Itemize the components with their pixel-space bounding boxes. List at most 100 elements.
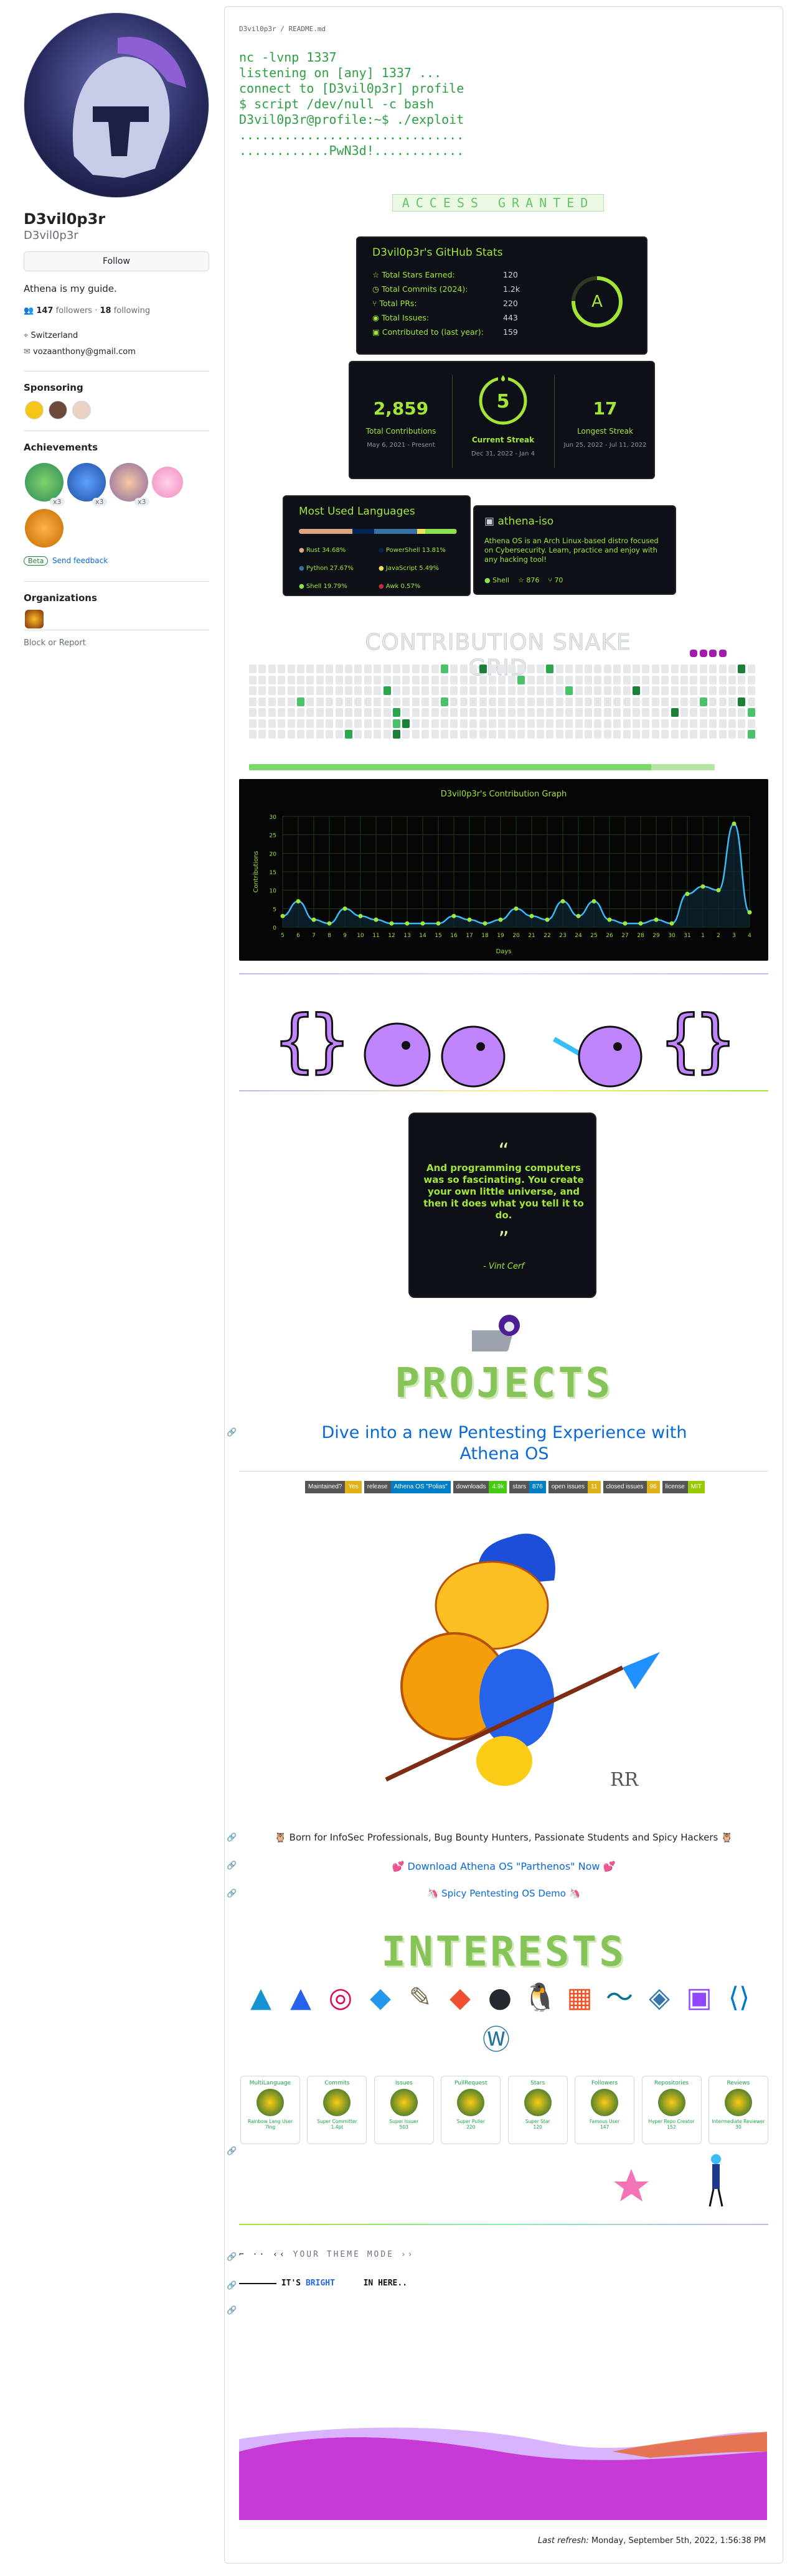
contribution-cell bbox=[527, 665, 535, 673]
contribution-cell bbox=[326, 697, 334, 706]
sponsor-avatar-2[interactable] bbox=[49, 401, 67, 419]
contribution-cell bbox=[383, 697, 391, 706]
contribution-cell bbox=[623, 686, 631, 695]
contribution-cell bbox=[297, 697, 304, 706]
language-dot-icon: ● bbox=[299, 565, 306, 572]
pair-extraordinaire-icon[interactable] bbox=[25, 463, 64, 502]
status-badge[interactable]: stars 876 bbox=[509, 1481, 546, 1493]
contribution-cell bbox=[699, 675, 707, 684]
trophy-card[interactable]: Repositories Hyper Repo Creator 152 bbox=[641, 2076, 702, 2144]
yolo-icon[interactable] bbox=[25, 509, 64, 548]
contribution-cell bbox=[498, 686, 506, 695]
badge-key: Maintained? bbox=[304, 1481, 346, 1493]
contribution-cell bbox=[623, 730, 631, 739]
avatar[interactable] bbox=[24, 12, 209, 198]
contribution-cell bbox=[354, 665, 362, 673]
anchor-link-icon[interactable]: 🔗 bbox=[227, 1428, 237, 1437]
contribution-cell bbox=[633, 686, 640, 695]
contribution-cell bbox=[575, 686, 583, 695]
contribution-cell bbox=[575, 697, 583, 706]
status-badge[interactable]: downloads 4.9k bbox=[453, 1481, 507, 1493]
contribution-cell bbox=[469, 686, 478, 695]
pull-shark-icon[interactable] bbox=[110, 463, 148, 502]
data-point bbox=[529, 913, 534, 918]
readme-path: D3vil0p3r / README.md bbox=[239, 25, 326, 33]
trophy-rank: Hyper Repo Creator bbox=[648, 2119, 695, 2124]
data-point bbox=[358, 913, 363, 918]
heart-on-sleeve-icon[interactable] bbox=[152, 467, 183, 498]
contribution-cell bbox=[517, 719, 525, 728]
contribution-cell bbox=[354, 697, 362, 706]
following-count[interactable]: 18 bbox=[100, 306, 111, 315]
send-feedback-link[interactable]: Send feedback bbox=[52, 556, 108, 565]
status-badge[interactable]: open issues 11 bbox=[548, 1481, 601, 1493]
followers-line: 👥 147 followers · 18 following bbox=[24, 306, 151, 315]
status-badge[interactable]: release Athena OS "Polias" bbox=[364, 1481, 451, 1493]
trophy-icon bbox=[323, 2089, 351, 2116]
trophies-row: MultiLanguage Rainbow Lang User 7lng Commit… bbox=[237, 2076, 772, 2144]
follow-button[interactable]: Follow bbox=[24, 251, 209, 271]
followers-label[interactable]: followers bbox=[56, 306, 92, 315]
anchor-link-icon[interactable]: 🔗 bbox=[227, 2252, 237, 2262]
trophy-card[interactable]: Issues Super Issuer 503 bbox=[374, 2076, 434, 2144]
trophy-card[interactable]: PullRequest Super Puller 220 bbox=[441, 2076, 501, 2144]
contribution-cell bbox=[326, 708, 334, 717]
snake-segment bbox=[709, 649, 717, 657]
contribution-cell bbox=[709, 708, 717, 717]
contribution-cell bbox=[421, 719, 430, 728]
contribution-cell bbox=[326, 675, 334, 684]
demo-link[interactable]: 🦄 Spicy Pentesting OS Demo 🦄 bbox=[239, 1888, 768, 1899]
contribution-cell bbox=[661, 686, 669, 695]
contribution-cell bbox=[671, 686, 679, 695]
repo-name[interactable]: athena-iso bbox=[497, 515, 553, 528]
terminal-line: listening on [any] 1337 ... bbox=[239, 65, 442, 80]
anchor-link-icon[interactable]: 🔗 bbox=[227, 2306, 237, 2315]
contribution-cell bbox=[287, 665, 295, 673]
trophy-card[interactable]: Commits Super Committer 1.4pt bbox=[307, 2076, 367, 2144]
anchor-link-icon[interactable]: 🔗 bbox=[227, 1833, 237, 1842]
contribution-cell bbox=[507, 730, 515, 739]
contribution-cell bbox=[718, 697, 727, 706]
status-badge[interactable]: closed issues 96 bbox=[603, 1481, 660, 1493]
email-link[interactable]: vozaanthony@gmail.com bbox=[33, 347, 136, 357]
block-report-link[interactable]: Block or Report bbox=[24, 638, 86, 648]
contribution-cell bbox=[575, 665, 583, 673]
contribution-cell bbox=[393, 665, 400, 673]
stat-value: 120 bbox=[503, 270, 518, 279]
anchor-link-icon[interactable]: 🔗 bbox=[227, 1889, 237, 1898]
organization-avatar[interactable] bbox=[25, 610, 44, 628]
docker-icon: ◆ bbox=[370, 1982, 391, 2014]
trophy-icon bbox=[390, 2089, 418, 2116]
trophy-card[interactable]: Followers Famous User 147 bbox=[575, 2076, 635, 2144]
contribution-cell bbox=[527, 708, 535, 717]
projects-headline[interactable]: Dive into a new Pentesting Experience wi… bbox=[311, 1422, 697, 1465]
download-link[interactable]: 💕 Download Athena OS "Parthenos" Now 💕 bbox=[239, 1860, 768, 1872]
trophy-card[interactable]: Stars Super Star 120 bbox=[507, 2076, 568, 2144]
anchor-link-icon[interactable]: 🔗 bbox=[227, 1861, 237, 1870]
contribution-cell bbox=[738, 697, 746, 706]
contribution-cell bbox=[402, 708, 410, 717]
contribution-cell bbox=[364, 708, 372, 717]
status-badge[interactable]: license MIT bbox=[662, 1481, 705, 1493]
followers-count[interactable]: 147 bbox=[36, 306, 53, 315]
following-label[interactable]: following bbox=[114, 306, 150, 315]
trophy-card[interactable]: MultiLanguage Rainbow Lang User 7lng bbox=[240, 2076, 300, 2144]
anchor-link-icon[interactable]: 🔗 bbox=[227, 2147, 237, 2156]
contribution-cell bbox=[546, 730, 554, 739]
quote-close-icon: ” bbox=[498, 1227, 509, 1252]
trophy-card[interactable]: Reviews Intermediate Reviewer 30 bbox=[708, 2076, 768, 2144]
born-for-text: 🦉 Born for InfoSec Professionals, Bug Bo… bbox=[275, 1832, 733, 1843]
repo-card[interactable]: ▣ athena-iso Athena OS is an Arch Linux-… bbox=[473, 505, 676, 595]
contribution-cell bbox=[479, 665, 487, 673]
contribution-cell bbox=[633, 719, 640, 728]
badge-key: release bbox=[364, 1481, 391, 1493]
sponsor-avatar-1[interactable] bbox=[25, 401, 44, 419]
sponsor-avatar-3[interactable] bbox=[72, 401, 91, 419]
galaxy-brain-icon[interactable] bbox=[67, 463, 106, 502]
mysql-icon: 〜 bbox=[606, 1982, 633, 2014]
anchor-link-icon[interactable]: 🔗 bbox=[227, 2281, 237, 2290]
achievement-count-2: x3 bbox=[92, 498, 107, 506]
status-badge[interactable]: Maintained? Yes bbox=[304, 1481, 362, 1493]
quote-open-icon: “ bbox=[498, 1139, 509, 1164]
contribution-cell bbox=[412, 686, 420, 695]
